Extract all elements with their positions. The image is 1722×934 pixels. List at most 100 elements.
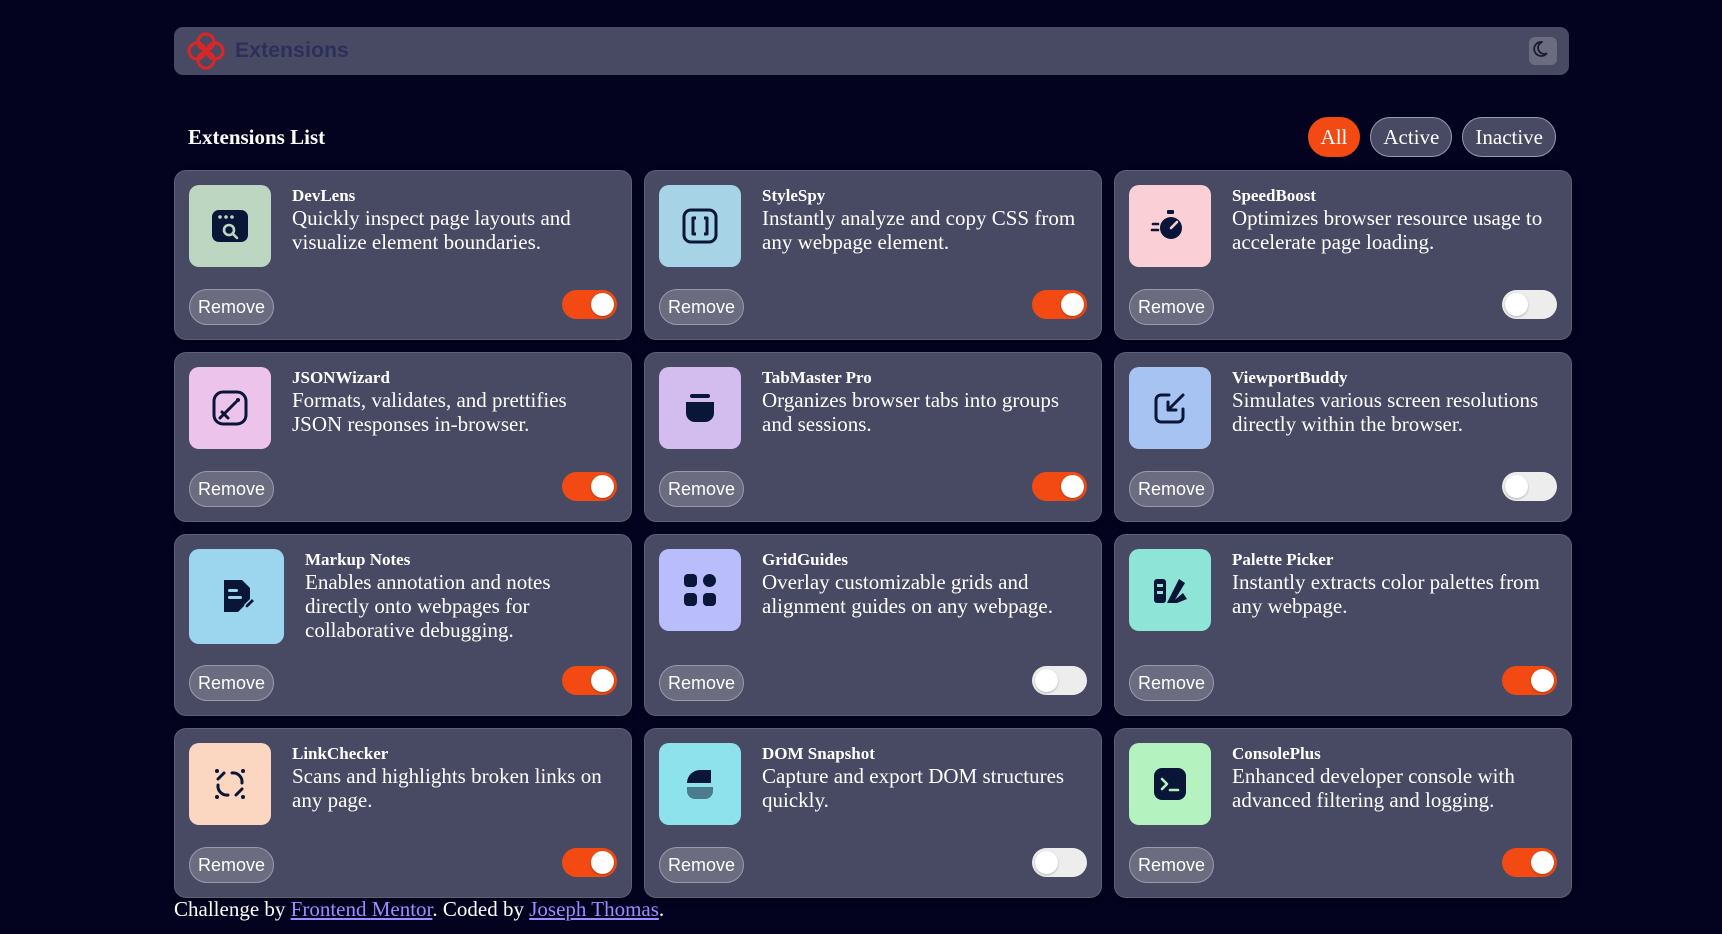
remove-button[interactable]: Remove xyxy=(189,665,275,701)
active-toggle[interactable] xyxy=(1502,290,1557,319)
toggle-knob xyxy=(591,851,614,874)
active-toggle[interactable] xyxy=(562,848,617,877)
active-toggle[interactable] xyxy=(1032,666,1087,695)
dom-snapshot-icon xyxy=(659,743,741,825)
extension-name: SpeedBoost xyxy=(1232,186,1317,205)
extension-description: Optimizes browser resource usage to acce… xyxy=(1232,206,1543,254)
app-title: Extensions xyxy=(235,39,350,62)
card-text: ViewportBuddy Simulates various screen re… xyxy=(1232,367,1557,449)
card-text: TabMaster Pro Organizes browser tabs into… xyxy=(762,367,1087,449)
extension-name: TabMaster Pro xyxy=(762,368,872,387)
extension-description: Organizes browser tabs into groups and s… xyxy=(762,388,1060,436)
remove-button[interactable]: Remove xyxy=(189,471,275,507)
card-header: JSONWizard Formats, validates, and pretti… xyxy=(189,367,617,449)
extension-card-viewportbuddy: ViewportBuddy Simulates various screen re… xyxy=(1114,352,1572,522)
speedboost-icon xyxy=(1129,185,1211,267)
card-text: Palette Picker Instantly extracts color p… xyxy=(1232,549,1557,631)
remove-button[interactable]: Remove xyxy=(659,289,745,325)
card-header: TabMaster Pro Organizes browser tabs into… xyxy=(659,367,1087,449)
gridguides-icon xyxy=(659,549,741,631)
card-header: StyleSpy Instantly analyze and copy CSS f… xyxy=(659,185,1087,267)
card-header: ViewportBuddy Simulates various screen re… xyxy=(1129,367,1557,449)
extension-description: Enhanced developer console with advanced… xyxy=(1232,764,1515,812)
card-text: DOM Snapshot Capture and export DOM struc… xyxy=(762,743,1087,825)
attribution-footer: Challenge by Frontend Mentor. Coded by J… xyxy=(174,897,664,922)
remove-button[interactable]: Remove xyxy=(1129,471,1215,507)
card-header: GridGuides Overlay customizable grids and… xyxy=(659,549,1087,631)
active-toggle[interactable] xyxy=(1032,472,1087,501)
card-text: StyleSpy Instantly analyze and copy CSS f… xyxy=(762,185,1087,267)
extension-card-palette-picker: Palette Picker Instantly extracts color p… xyxy=(1114,534,1572,716)
extension-description: Enables annotation and notes directly on… xyxy=(305,570,551,642)
active-toggle[interactable] xyxy=(562,666,617,695)
card-text: ConsolePlus Enhanced developer console wi… xyxy=(1232,743,1557,825)
remove-button[interactable]: Remove xyxy=(1129,665,1215,701)
extension-name: DOM Snapshot xyxy=(762,744,875,763)
active-toggle[interactable] xyxy=(1502,472,1557,501)
extension-description: Overlay customizable grids and alignment… xyxy=(762,570,1054,618)
extension-card-devlens: DevLens Quickly inspect page layouts and … xyxy=(174,170,632,340)
toggle-knob xyxy=(591,669,614,692)
extensions-list-header: Extensions List All Active Inactive xyxy=(188,116,1556,158)
toggle-knob xyxy=(1061,293,1084,316)
card-text: LinkChecker Scans and highlights broken l… xyxy=(292,743,617,825)
footer-prefix: Challenge by xyxy=(174,897,291,921)
remove-button[interactable]: Remove xyxy=(189,289,275,325)
card-header: DOM Snapshot Capture and export DOM struc… xyxy=(659,743,1087,825)
card-text: GridGuides Overlay customizable grids and… xyxy=(762,549,1087,631)
remove-button[interactable]: Remove xyxy=(659,471,745,507)
extension-name: ConsolePlus xyxy=(1232,744,1321,763)
filter-all-button[interactable]: All xyxy=(1307,117,1361,157)
filter-inactive-button[interactable]: Inactive xyxy=(1462,117,1556,157)
card-header: SpeedBoost Optimizes browser resource usa… xyxy=(1129,185,1557,267)
active-toggle[interactable] xyxy=(1502,666,1557,695)
extension-card-stylespy: StyleSpy Instantly analyze and copy CSS f… xyxy=(644,170,1102,340)
logo-icon xyxy=(186,31,226,71)
extension-card-markup-notes: Markup Notes Enables annotation and notes… xyxy=(174,534,632,716)
author-link[interactable]: Joseph Thomas xyxy=(529,897,659,921)
filter-active-button[interactable]: Active xyxy=(1370,117,1453,157)
app-header: Extensions xyxy=(174,27,1569,75)
consoleplus-icon xyxy=(1129,743,1211,825)
extension-card-dom-snapshot: DOM Snapshot Capture and export DOM struc… xyxy=(644,728,1102,898)
devlens-icon xyxy=(189,185,271,267)
remove-button[interactable]: Remove xyxy=(1129,289,1215,325)
extension-description: Simulates various screen resolutions dir… xyxy=(1232,388,1539,436)
theme-toggle-button[interactable] xyxy=(1529,37,1557,65)
toggle-knob xyxy=(1061,475,1084,498)
extension-description: Quickly inspect page layouts and visuali… xyxy=(292,206,571,254)
frontend-mentor-link[interactable]: Frontend Mentor xyxy=(291,897,433,921)
toggle-knob xyxy=(591,293,614,316)
extension-description: Instantly analyze and copy CSS from any … xyxy=(762,206,1076,254)
active-toggle[interactable] xyxy=(562,472,617,501)
extension-card-tabmaster-pro: TabMaster Pro Organizes browser tabs into… xyxy=(644,352,1102,522)
palette-picker-icon xyxy=(1129,549,1211,631)
active-toggle[interactable] xyxy=(1032,848,1087,877)
card-header: Markup Notes Enables annotation and notes… xyxy=(189,549,617,644)
card-text: DevLens Quickly inspect page layouts and … xyxy=(292,185,617,267)
footer-middle: . Coded by xyxy=(432,897,530,921)
extension-card-linkchecker: LinkChecker Scans and highlights broken l… xyxy=(174,728,632,898)
linkchecker-icon xyxy=(189,743,271,825)
extension-name: GridGuides xyxy=(762,550,848,569)
toggle-knob xyxy=(1035,851,1058,874)
remove-button[interactable]: Remove xyxy=(659,665,745,701)
extensions-grid: DevLens Quickly inspect page layouts and … xyxy=(174,170,1572,898)
toggle-knob xyxy=(1531,851,1554,874)
toggle-knob xyxy=(1035,669,1058,692)
active-toggle[interactable] xyxy=(1032,290,1087,319)
extension-description: Scans and highlights broken links on any… xyxy=(292,764,602,812)
active-toggle[interactable] xyxy=(562,290,617,319)
extension-card-speedboost: SpeedBoost Optimizes browser resource usa… xyxy=(1114,170,1572,340)
markup-notes-icon xyxy=(189,549,284,644)
extension-card-gridguides: GridGuides Overlay customizable grids and… xyxy=(644,534,1102,716)
extension-card-consoleplus: ConsolePlus Enhanced developer console wi… xyxy=(1114,728,1572,898)
remove-button[interactable]: Remove xyxy=(659,847,745,883)
filter-group: All Active Inactive xyxy=(1307,117,1556,157)
stylespy-icon xyxy=(659,185,741,267)
remove-button[interactable]: Remove xyxy=(189,847,275,883)
jsonwizard-icon xyxy=(189,367,271,449)
active-toggle[interactable] xyxy=(1502,848,1557,877)
card-text: JSONWizard Formats, validates, and pretti… xyxy=(292,367,617,449)
remove-button[interactable]: Remove xyxy=(1129,847,1215,883)
